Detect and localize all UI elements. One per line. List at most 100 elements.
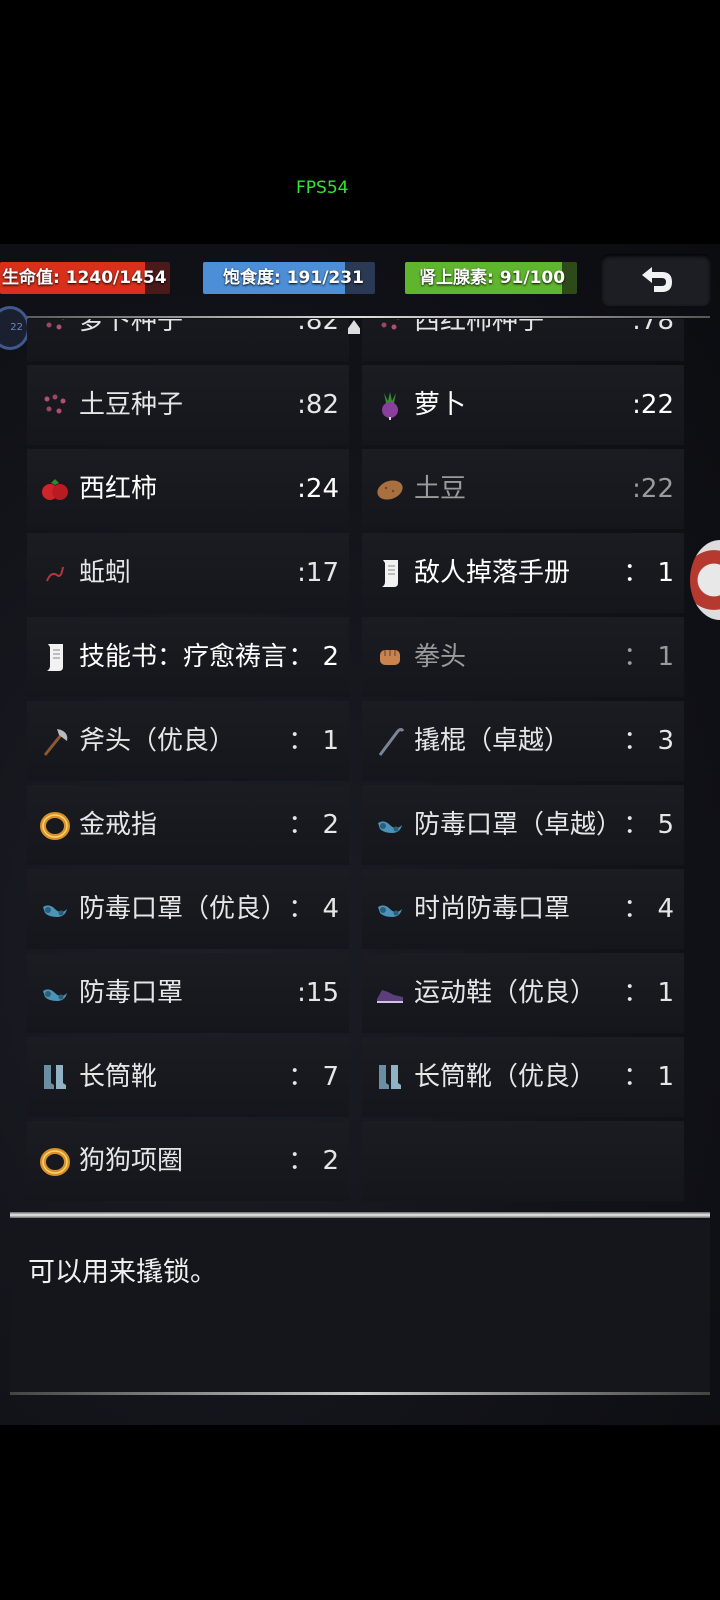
item-name: 金戒指 (79, 810, 158, 840)
back-button[interactable] (601, 254, 711, 306)
item-name: 敌人掉落手册 (414, 558, 571, 588)
item-name: 蚯蚓 (79, 558, 132, 588)
item-name: 西红柿 (79, 474, 158, 504)
inventory-slot[interactable]: 萝卜:22 (362, 365, 684, 445)
worm-icon (39, 557, 71, 589)
item-quantity: ： 2 (288, 810, 339, 840)
inventory-slot[interactable]: 防毒口罩（卓越）： 5 (362, 785, 684, 865)
item-quantity: ： 2 (288, 642, 339, 672)
item-name: 拳头 (414, 642, 467, 672)
seeds-icon (374, 319, 406, 337)
item-name: 西红柿种子 (414, 319, 545, 336)
item-name: 时尚防毒口罩 (414, 894, 571, 924)
satiety-bar: 饱食度: 191/231 (203, 262, 375, 294)
radish-icon (374, 389, 406, 421)
adrenaline-bar-label: 肾上腺素: 91/100 (419, 268, 566, 288)
mask-icon (39, 977, 71, 1009)
item-quantity: :82 (297, 390, 339, 420)
item-name: 土豆种子 (79, 390, 184, 420)
health-bar: 生命值: 1240/1454 (0, 262, 170, 294)
inventory-slot[interactable]: 狗狗项圈 ： 2 (27, 1121, 349, 1201)
inventory-slot[interactable]: 蚯蚓 :17 (27, 533, 349, 613)
bottom-divider (10, 1392, 710, 1395)
item-quantity: ： 5 (623, 810, 674, 840)
item-quantity: ： 4 (623, 894, 674, 924)
top-divider (10, 316, 710, 318)
item-quantity: ： 4 (288, 894, 339, 924)
inventory-slot[interactable]: 长筒靴（优良） ： 1 (362, 1037, 684, 1117)
mask-icon (374, 893, 406, 925)
boots-icon (39, 1061, 71, 1093)
item-quantity: ： 7 (288, 1062, 339, 1092)
fps-counter: FPS54 (296, 178, 349, 198)
ring-icon (39, 809, 71, 841)
item-name: 萝卜 (414, 390, 467, 420)
item-name: 长筒靴（优良） (414, 1062, 597, 1092)
inventory-slot[interactable]: 西红柿 :24 (27, 449, 349, 529)
ring-icon (39, 1145, 71, 1177)
item-name: 狗狗项圈 (79, 1146, 184, 1176)
mask-icon (39, 893, 71, 925)
item-name: 长筒靴 (79, 1062, 158, 1092)
item-quantity: ： 1 (623, 642, 674, 672)
mask-icon (374, 809, 406, 841)
empty-inventory-slot (362, 1121, 684, 1201)
item-quantity: :22 (632, 474, 674, 504)
satiety-bar-label: 饱食度: 191/231 (223, 268, 364, 288)
boots-icon (374, 1061, 406, 1093)
tomato-icon (39, 473, 71, 505)
inventory-slot[interactable]: 防毒口罩（优良）： 4 (27, 869, 349, 949)
inventory-slot[interactable]: 长筒靴 ： 7 (27, 1037, 349, 1117)
side-orb-button[interactable] (690, 540, 720, 620)
item-name: 斧头（优良） (79, 726, 236, 756)
item-quantity: :82 (297, 319, 339, 336)
item-name: 防毒口罩 (79, 978, 184, 1008)
inventory-slot[interactable]: 西红柿种子 :78 (362, 319, 684, 361)
inventory-slot[interactable]: 技能书：疗愈祷言： 2 (27, 617, 349, 697)
inventory-slot[interactable]: 土豆种子 :82 (27, 365, 349, 445)
inventory-slot[interactable]: 斧头（优良） ： 1 (27, 701, 349, 781)
description-divider (10, 1212, 710, 1218)
item-description: 可以用来撬锁。 (28, 1257, 217, 1288)
item-quantity: :78 (632, 319, 674, 336)
crowbar-icon (374, 725, 406, 757)
inventory-slot[interactable]: 撬棍（卓越） ： 3 (362, 701, 684, 781)
inventory-slot[interactable]: 防毒口罩 :15 (27, 953, 349, 1033)
inventory-grid[interactable]: 萝卜种子:82 西红柿种子:78 土豆种子:82 萝卜:22 西红柿:24 土豆:22 蚯蚓… (27, 319, 693, 1219)
item-name: 技能书：疗愈祷言 (79, 642, 288, 672)
adrenaline-bar: 肾上腺素: 91/100 (405, 262, 577, 294)
item-quantity: ： 1 (623, 978, 674, 1008)
item-name: 防毒口罩（优良） (79, 894, 288, 924)
level-badge[interactable]: 22 (0, 306, 30, 350)
seeds-icon (39, 319, 71, 337)
item-quantity: :24 (297, 474, 339, 504)
inventory-slot[interactable]: 土豆:22 (362, 449, 684, 529)
axe-icon (39, 725, 71, 757)
description-panel: 可以用来撬锁。 (10, 1220, 710, 1392)
inventory-slot[interactable]: 运动鞋（优良） ： 1 (362, 953, 684, 1033)
item-quantity: :15 (297, 978, 339, 1008)
scroll-icon (39, 641, 71, 673)
item-quantity: ： 1 (623, 558, 674, 588)
item-name: 撬棍（卓越） (414, 726, 571, 756)
potato-icon (374, 473, 406, 505)
inventory-screen: 生命值: 1240/1454 饱食度: 191/231 肾上腺素: 91/100… (0, 244, 720, 1425)
inventory-slot[interactable]: 时尚防毒口罩 ： 4 (362, 869, 684, 949)
scroll-icon (374, 557, 406, 589)
inventory-slot[interactable]: 敌人掉落手册 ： 1 (362, 533, 684, 613)
sneaker-icon (374, 977, 406, 1009)
inventory-slot[interactable]: 金戒指 ： 2 (27, 785, 349, 865)
item-name: 萝卜种子 (79, 319, 184, 336)
inventory-slot[interactable]: 萝卜种子 :82 (27, 319, 349, 361)
item-quantity: ： 3 (623, 726, 674, 756)
item-name: 防毒口罩（卓越） (414, 810, 623, 840)
item-quantity: ： 1 (288, 726, 339, 756)
item-name: 运动鞋（优良） (414, 978, 597, 1008)
item-quantity: :17 (297, 558, 339, 588)
health-bar-label: 生命值: 1240/1454 (2, 268, 167, 288)
seeds-icon (39, 389, 71, 421)
fist-icon (374, 641, 406, 673)
item-quantity: ： 1 (623, 1062, 674, 1092)
inventory-slot[interactable]: 拳头 ： 1 (362, 617, 684, 697)
item-quantity: ： 2 (288, 1146, 339, 1176)
